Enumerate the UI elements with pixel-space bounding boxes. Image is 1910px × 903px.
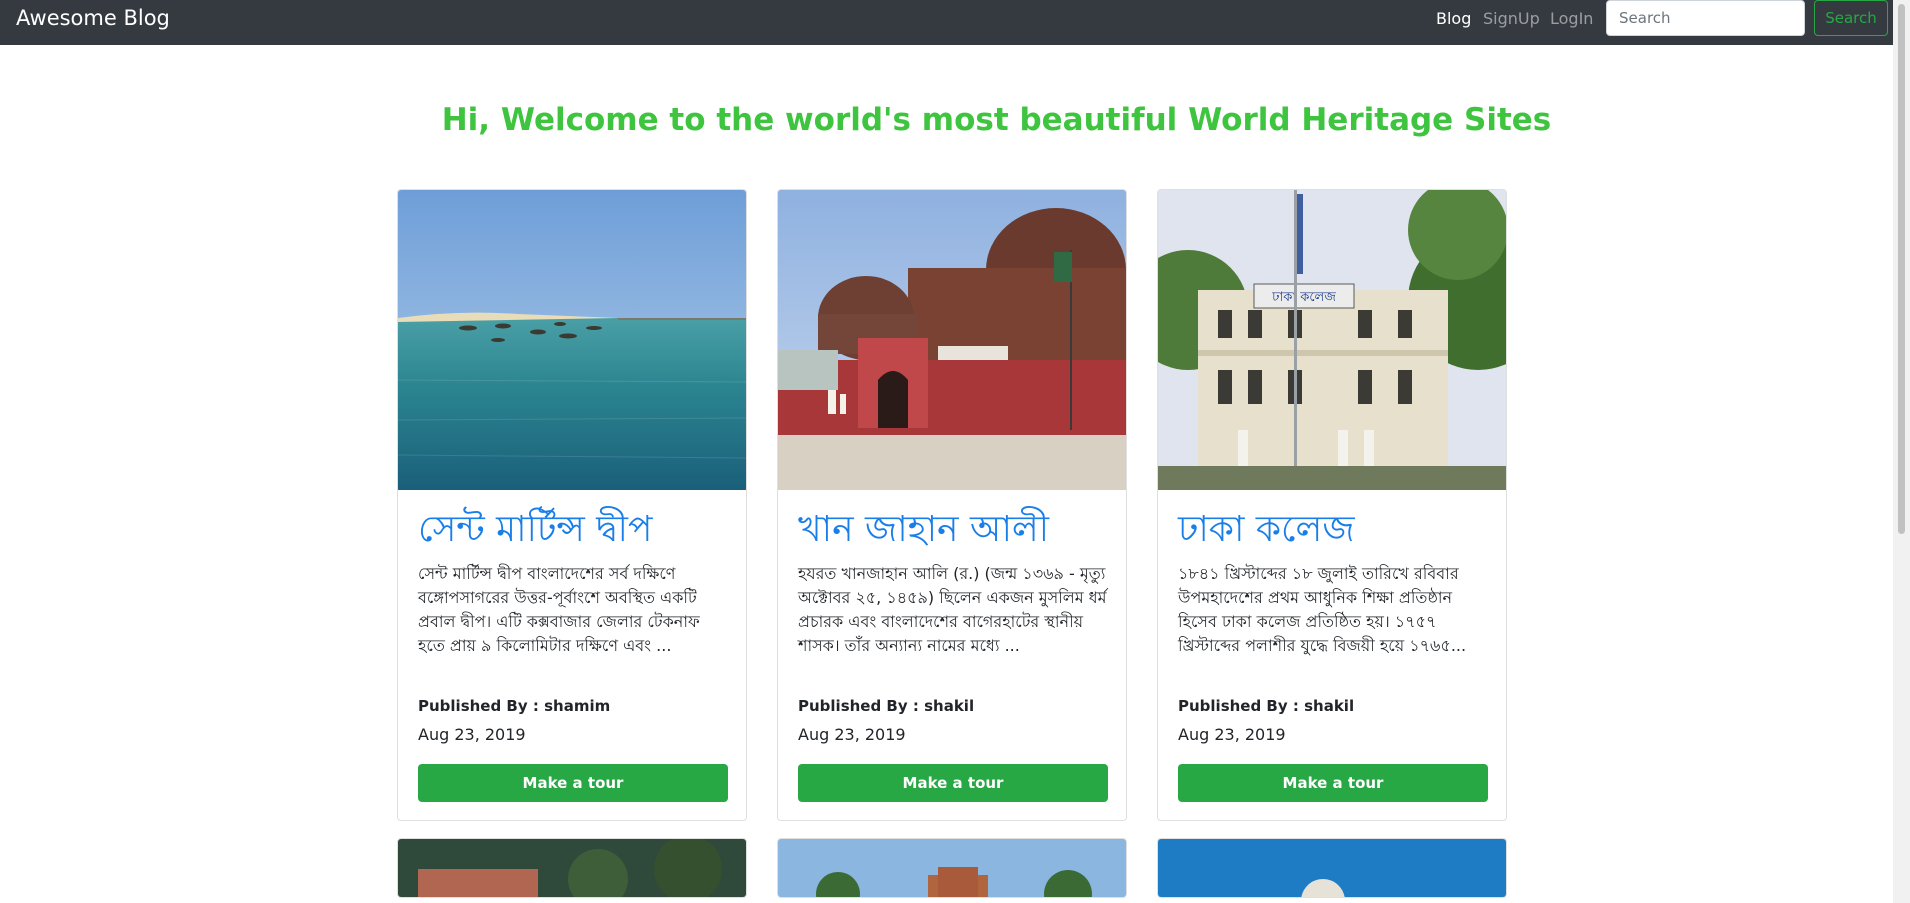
card-title-link[interactable]: খান জাহান আলী	[798, 506, 1049, 554]
author-name: shakil	[924, 697, 975, 715]
author-label: Published By :	[418, 697, 545, 715]
card-title-link[interactable]: ঢাকা কলেজ	[1178, 506, 1355, 554]
make-tour-button[interactable]: Make a tour	[418, 764, 728, 802]
college-building-photo[interactable]: ঢাকা কলেজ	[1158, 190, 1506, 490]
card-date: Aug 23, 2019	[1178, 725, 1286, 744]
card-excerpt: হযরত খানজাহান আলি (র.) (জন্ম ১৩৬৯ - মৃত্…	[798, 564, 1107, 655]
welcome-heading: Hi, Welcome to the world's most beautifu…	[441, 102, 1552, 138]
monument-photo	[1158, 839, 1506, 897]
scrollbar-thumb[interactable]	[1898, 4, 1905, 534]
mausoleum-photo[interactable]	[778, 190, 1126, 490]
card-date: Aug 23, 2019	[418, 725, 526, 744]
resort-photo	[398, 839, 746, 897]
blog-card-next-row-2[interactable]	[777, 838, 1127, 898]
nav-link-login[interactable]: LogIn	[1550, 9, 1593, 28]
blog-card-next-row-1[interactable]	[397, 838, 747, 898]
search-input[interactable]	[1606, 0, 1805, 36]
author-name: shamim	[544, 697, 611, 715]
make-tour-button[interactable]: Make a tour	[798, 764, 1108, 802]
card-author: Published By : shakil	[1178, 696, 1354, 716]
card-excerpt: সেন্ট মার্টিন্স দ্বীপ বাংলাদেশের সর্ব দক…	[418, 564, 700, 655]
nav-link-blog[interactable]: Blog	[1436, 9, 1471, 28]
fort-photo	[778, 839, 1126, 897]
card-title-link[interactable]: সেন্ট মার্টিন্স দ্বীপ	[418, 506, 652, 554]
card-date: Aug 23, 2019	[798, 725, 906, 744]
blog-card-next-row-3[interactable]	[1157, 838, 1507, 898]
page-scrollbar[interactable]	[1893, 0, 1910, 903]
make-tour-button[interactable]: Make a tour	[1178, 764, 1488, 802]
nav-link-signup[interactable]: SignUp	[1483, 9, 1540, 28]
island-sea-photo[interactable]	[398, 190, 746, 490]
card-author: Published By : shamim	[418, 696, 610, 716]
card-excerpt: ১৮৪১ খ্রিস্টাব্দের ১৮ জুলাই তারিখে রবিবা…	[1178, 564, 1467, 655]
blog-card-khan-jahan-ali: খান জাহান আলী হযরত খানজাহান আলি (র.) (জন…	[777, 189, 1127, 821]
author-name: shakil	[1304, 697, 1355, 715]
author-label: Published By :	[1178, 697, 1305, 715]
top-navbar: Awesome Blog Blog SignUp LogIn Search	[0, 0, 1893, 45]
brand-link[interactable]: Awesome Blog	[16, 6, 170, 30]
blog-card-st-martins: সেন্ট মার্টিন্স দ্বীপ সেন্ট মার্টিন্স দ্…	[397, 189, 747, 821]
search-button[interactable]: Search	[1814, 0, 1888, 36]
college-sign-text: ঢাকা কলেজ	[1271, 290, 1336, 305]
card-author: Published By : shakil	[798, 696, 974, 716]
blog-card-dhaka-college: ঢাকা কলেজ ঢাকা কলেজ ১৮৪১ খ্রিস্টাব্দের ১…	[1157, 189, 1507, 821]
author-label: Published By :	[798, 697, 925, 715]
